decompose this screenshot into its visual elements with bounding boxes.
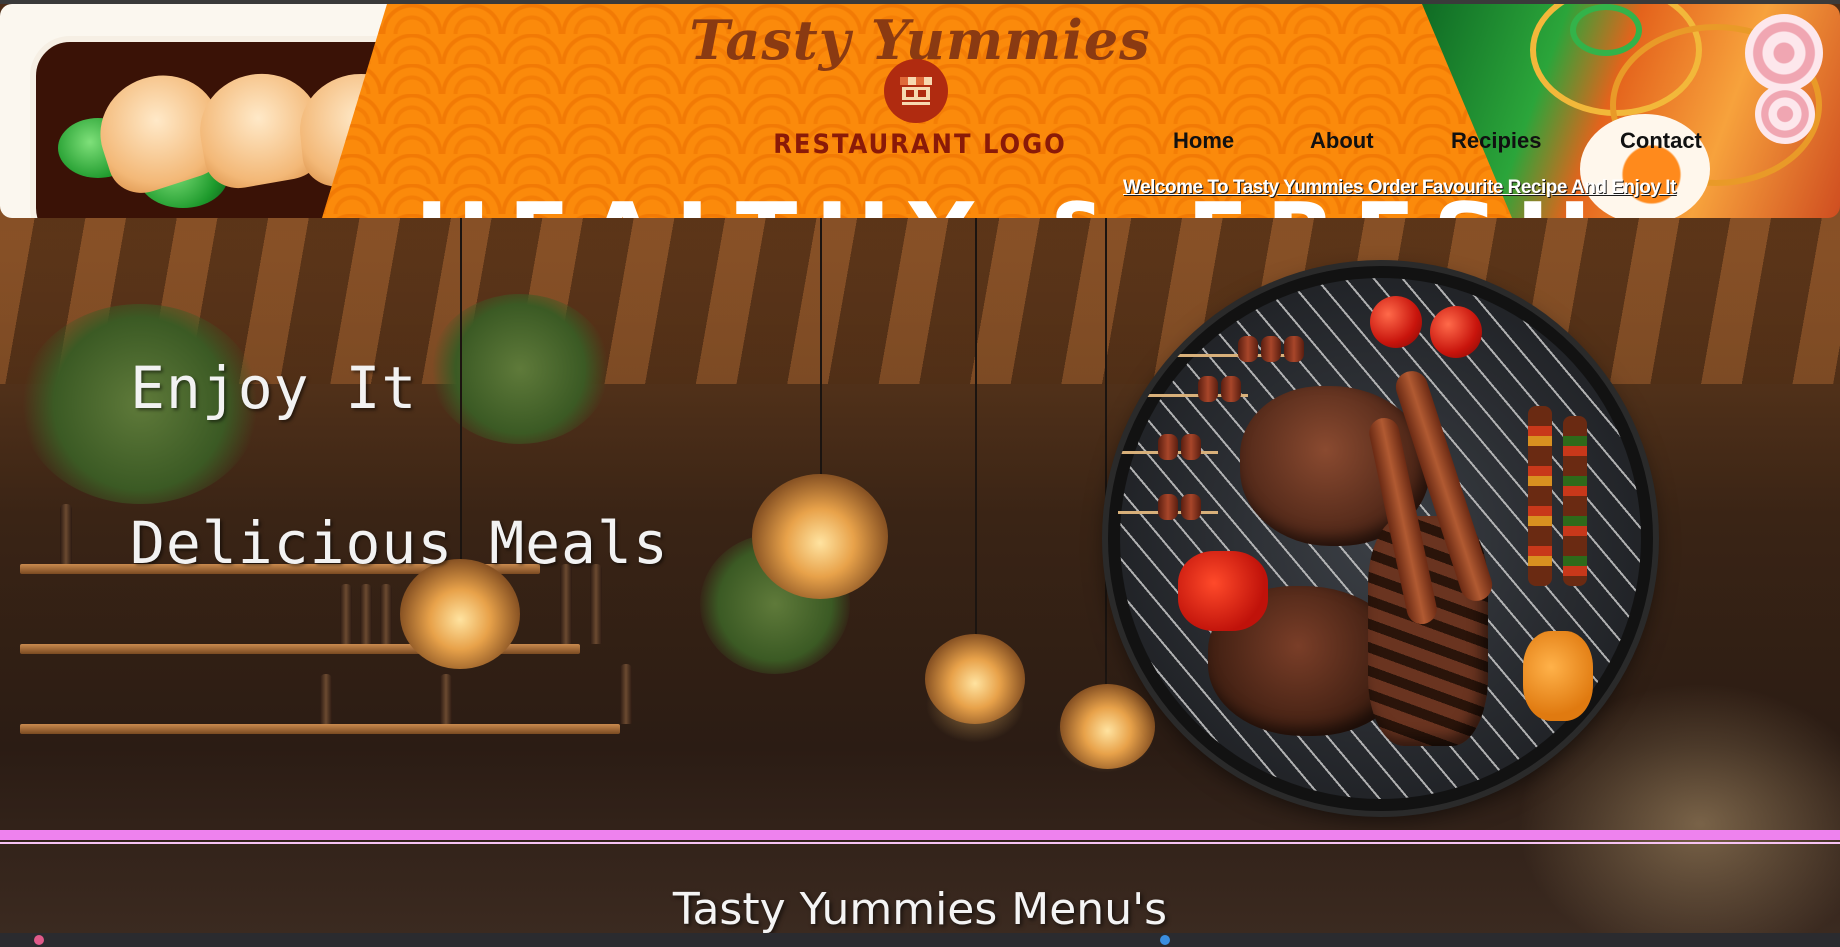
taskbar [0,933,1840,947]
logo-text: RESTAURANT LOGO [773,129,1067,160]
lamp-cord [975,184,977,644]
red-pepper [1178,551,1268,631]
section-divider-line [0,842,1840,844]
nav-recipes[interactable]: Recipies [1451,128,1542,154]
sausage-skewer-piece [1261,336,1281,362]
bottle [360,584,372,644]
section-divider [0,830,1840,840]
sausage-skewer-piece [1158,434,1178,460]
pendant-lamp [925,634,1025,724]
taskbar-icon[interactable] [34,935,44,945]
bar-shelf [20,724,620,734]
kebab [1528,406,1552,586]
bbq-grill-image [1108,266,1653,811]
bottle [340,584,352,644]
nav-contact[interactable]: Contact [1620,128,1702,154]
bottle [440,674,452,724]
bottle [620,664,632,724]
yellow-pepper [1523,631,1593,721]
tomato [1430,306,1482,358]
sausage-skewer-piece [1181,434,1201,460]
menu-heading: Tasty Yummies Menu's [672,884,1168,933]
kebab [1563,416,1587,586]
sausage-skewer-piece [1198,376,1218,402]
hero-line-delicious: Delicious Meals [130,509,669,577]
tomato [1370,296,1422,348]
lamp-cord [1105,184,1107,684]
nav-home[interactable]: Home [1173,128,1234,154]
storefront-icon [900,77,932,105]
nav-about[interactable]: About [1310,128,1374,154]
pendant-lamp [752,474,888,599]
restaurant-logo[interactable] [884,59,948,123]
hero-line-enjoy: Enjoy It [130,354,418,422]
site-header: HEALTHY & FRESH Tasty Yummies RESTAURANT… [0,4,1840,218]
taskbar-icon[interactable] [1160,935,1170,945]
welcome-marquee: Welcome To Tasty Yummies Order Favourite… [1123,177,1676,198]
lamp-cord [820,184,822,494]
bottle [60,504,72,564]
bottle [380,584,392,644]
sausage-skewer-piece [1181,494,1201,520]
hanging-plant [430,294,610,444]
sausage-skewer-piece [1238,336,1258,362]
sausage-skewer-piece [1284,336,1304,362]
bottle [320,674,332,724]
sausage-skewer-piece [1221,376,1241,402]
sausage-skewer-piece [1158,494,1178,520]
pendant-lamp [1060,684,1155,769]
